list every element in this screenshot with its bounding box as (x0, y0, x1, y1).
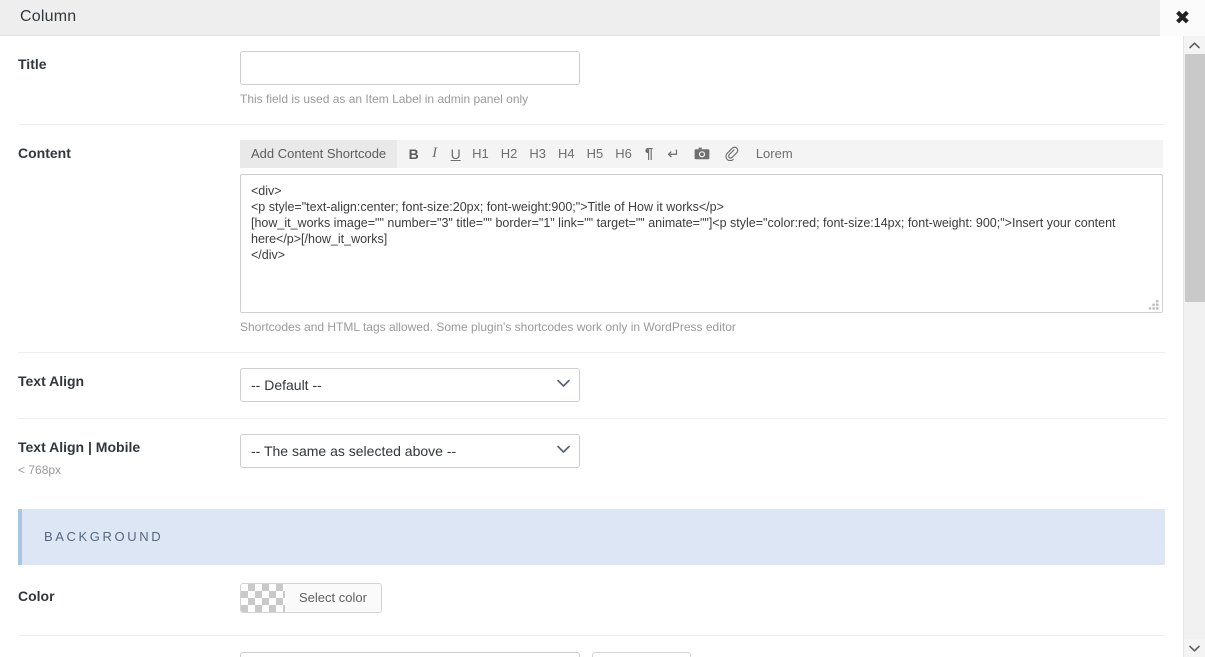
modal-titlebar: Column (0, 0, 1160, 36)
underline-button[interactable]: U (445, 140, 466, 168)
section-background: BACKGROUND (18, 508, 1165, 565)
editor-toolbar: Add Content Shortcode B I U H1 H2 H3 H4 … (240, 139, 1163, 168)
bold-button[interactable]: B (403, 140, 424, 168)
title-help-text: This field is used as an Item Label in a… (240, 92, 529, 106)
row-text-align-mobile: Text Align | Mobile < 768px -- The same … (18, 417, 1165, 493)
color-swatch (241, 583, 285, 612)
close-button[interactable]: ✖ (1160, 0, 1205, 36)
label-color: Color (18, 587, 55, 604)
field-col-text-align: -- Default -- (240, 367, 1165, 402)
label-col-title: Title (18, 51, 240, 73)
field-col-title: This field is used as an Item Label in a… (240, 51, 1165, 108)
linebreak-icon[interactable]: ↵ (660, 140, 687, 168)
row-color: Color Select color (18, 565, 1165, 635)
column-settings-modal: Column ✖ Title This field is used as an … (0, 0, 1205, 657)
content-help-text: Shortcodes and HTML tags allowed. Some p… (240, 319, 736, 334)
label-title: Title (18, 56, 47, 72)
select-color-label: Select color (285, 583, 381, 612)
content-textarea[interactable]: <div> <p style="text-align:center; font-… (240, 173, 1163, 313)
chevron-down-icon (1189, 645, 1200, 652)
italic-button[interactable]: I (424, 140, 445, 168)
label-content: Content (18, 144, 71, 161)
row-content: Content Add Content Shortcode B I U H1 H… (18, 123, 1165, 352)
section-background-title: BACKGROUND (44, 529, 164, 545)
field-col-color: Select color (240, 582, 1165, 617)
h5-button[interactable]: H5 (581, 140, 610, 168)
field-col-image: Browse (240, 651, 1165, 657)
browse-button[interactable]: Browse (592, 651, 692, 657)
modal-title: Column (20, 8, 77, 25)
sublabel-text-align-mobile: < 768px (18, 462, 62, 477)
row-title: Title This field is used as an Item Labe… (18, 36, 1165, 124)
h3-button[interactable]: H3 (523, 140, 552, 168)
scroll-down-button[interactable] (1184, 639, 1205, 657)
label-col-color: Color (18, 583, 240, 605)
h1-button[interactable]: H1 (466, 140, 495, 168)
label-col-content: Content (18, 140, 240, 162)
text-align-select-wrap: -- Default -- (240, 367, 580, 402)
field-col-text-align-mobile: -- The same as selected above -- (240, 433, 1165, 468)
content-editor: Add Content Shortcode B I U H1 H2 H3 H4 … (240, 139, 1163, 336)
lorem-button[interactable]: Lorem (746, 140, 803, 168)
label-col-text-align-mobile: Text Align | Mobile < 768px (18, 434, 240, 477)
field-col-content: Add Content Shortcode B I U H1 H2 H3 H4 … (240, 139, 1165, 336)
label-col-text-align: Text Align (18, 368, 240, 390)
text-align-mobile-select[interactable]: -- The same as selected above -- (240, 433, 580, 468)
text-align-select[interactable]: -- Default -- (240, 367, 580, 402)
title-input[interactable] (240, 51, 580, 85)
image-field-group: Browse (240, 651, 1165, 657)
content-textarea-value: <div> <p style="text-align:center; font-… (251, 183, 1116, 262)
scroll-up-button[interactable] (1184, 36, 1205, 54)
modal-scroll-area: Title This field is used as an Item Labe… (0, 36, 1183, 657)
chevron-up-icon (1189, 41, 1200, 48)
image-input[interactable] (240, 651, 580, 657)
add-content-shortcode-button[interactable]: Add Content Shortcode (240, 139, 398, 168)
label-col-image: Image (18, 652, 240, 657)
camera-icon[interactable] (687, 140, 717, 168)
row-text-align: Text Align -- Default -- (18, 351, 1165, 418)
h4-button[interactable]: H4 (552, 140, 581, 168)
vertical-scrollbar[interactable] (1183, 36, 1205, 657)
label-text-align-mobile: Text Align | Mobile (18, 438, 141, 455)
label-text-align: Text Align (18, 372, 85, 389)
h2-button[interactable]: H2 (495, 140, 524, 168)
close-icon: ✖ (1174, 6, 1191, 29)
h6-button[interactable]: H6 (609, 140, 638, 168)
color-picker-button[interactable]: Select color (240, 582, 382, 613)
row-image: Image Browse (18, 634, 1165, 657)
resize-grip-icon[interactable] (1148, 298, 1160, 310)
editor-toolbar-buttons: B I U H1 H2 H3 H4 H5 H6 ¶ ↵ Lorem (397, 140, 803, 168)
scrollbar-thumb[interactable] (1185, 54, 1205, 302)
text-align-mobile-select-wrap: -- The same as selected above -- (240, 433, 580, 468)
paragraph-icon[interactable]: ¶ (638, 140, 660, 168)
link-icon[interactable] (717, 140, 746, 168)
